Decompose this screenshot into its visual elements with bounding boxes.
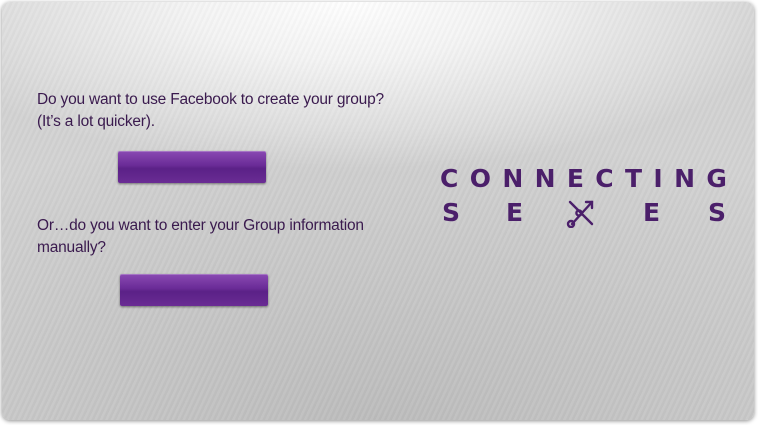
- manual-prompt: Or…do you want to enter your Group infor…: [37, 215, 364, 259]
- connecting-sexes-logo: C O N N E C T I N G S E E S: [440, 162, 740, 230]
- logo-letter: E: [566, 164, 584, 193]
- facebook-create-button[interactable]: [118, 151, 266, 183]
- logo-letter: I: [653, 164, 663, 193]
- logo-letter: C: [595, 164, 614, 193]
- logo-letter: N: [502, 164, 524, 193]
- logo-letter: N: [674, 164, 695, 193]
- logo-letter: C: [440, 164, 459, 193]
- facebook-prompt: Do you want to use Facebook to create yo…: [37, 89, 384, 133]
- logo-letter: N: [534, 164, 556, 193]
- logo-letter: T: [625, 164, 643, 193]
- logo-word-connecting: C O N N E C T I N G: [440, 162, 727, 196]
- logo-word-sexes: S E E S: [440, 196, 740, 230]
- manual-prompt-line-1: Or…do you want to enter your Group infor…: [37, 217, 364, 234]
- logo-letter: E: [643, 198, 661, 227]
- screen-card: Do you want to use Facebook to create yo…: [2, 2, 754, 420]
- manual-entry-button[interactable]: [120, 274, 268, 306]
- logo-letter: E: [506, 198, 524, 227]
- facebook-prompt-line-1: Do you want to use Facebook to create yo…: [37, 91, 384, 108]
- crossed-arrows-icon: [566, 200, 594, 228]
- manual-prompt-line-2: manually?: [37, 239, 106, 256]
- facebook-prompt-line-2: (It’s a lot quicker).: [37, 113, 155, 130]
- logo-letter: G: [706, 164, 727, 193]
- logo-letter: O: [469, 164, 491, 193]
- logo-letter: S: [442, 198, 461, 227]
- logo-letter: S: [708, 198, 727, 227]
